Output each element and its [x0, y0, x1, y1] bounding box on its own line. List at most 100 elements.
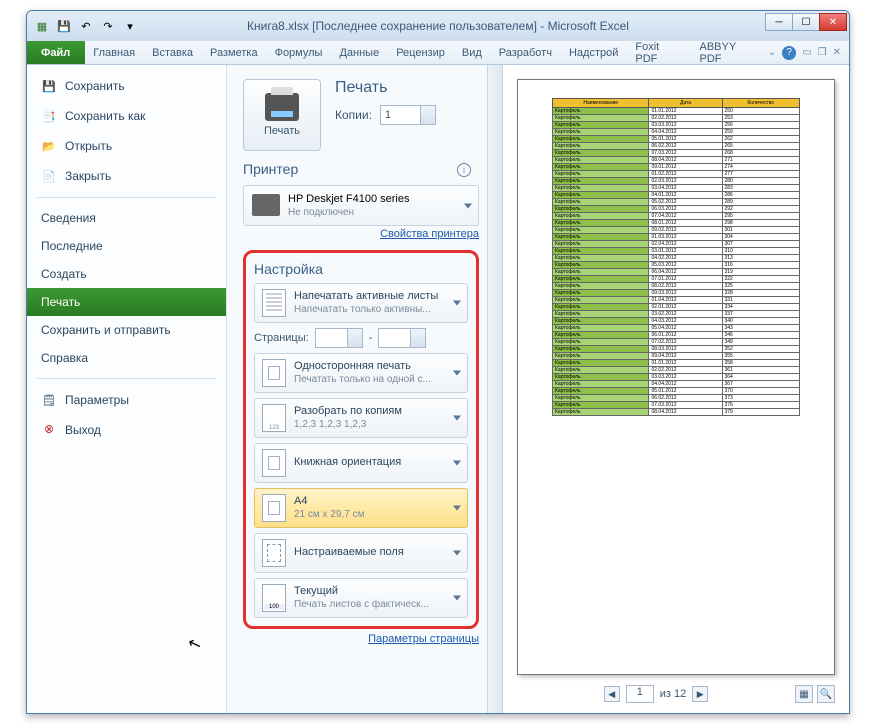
tab-insert[interactable]: Вставка [144, 41, 202, 64]
sidebar-item-new[interactable]: Создать [27, 260, 226, 288]
settings-scrollbar[interactable] [487, 65, 503, 713]
redo-icon[interactable]: ↷ [99, 17, 117, 35]
window-controls: ─ ☐ ✕ [766, 13, 847, 31]
sidebar-label-recent: Последние [41, 239, 103, 253]
chevron-down-icon [453, 371, 461, 376]
qat-dropdown-icon[interactable]: ▾ [121, 17, 139, 35]
tab-abbyy[interactable]: ABBYY PDF [692, 41, 768, 64]
tab-layout[interactable]: Разметка [202, 41, 267, 64]
chevron-down-icon [453, 596, 461, 601]
ribbon-customize-icon[interactable]: ⌄ [768, 47, 776, 58]
print-section-title: Печать [335, 79, 479, 97]
sidebar-item-options[interactable]: 🗒Параметры [27, 385, 226, 415]
page-setup-link[interactable]: Параметры страницы [243, 633, 479, 645]
tab-review[interactable]: Рецензир [388, 41, 454, 64]
pages-from-spinner[interactable] [315, 328, 363, 348]
ribbon-tabs: Файл Главная Вставка Разметка Формулы Да… [27, 41, 849, 65]
tab-addins[interactable]: Надстрой [561, 41, 627, 64]
sidebar-item-saveas[interactable]: 📑Сохранить как [27, 101, 226, 131]
sidebar-item-exit[interactable]: ⮿ Выход [27, 415, 226, 445]
chevron-down-icon [453, 301, 461, 306]
sidebar-item-recent[interactable]: Последние [27, 232, 226, 260]
scale-icon [262, 584, 286, 612]
print-what-label: Напечатать активные листы [294, 290, 438, 304]
printer-selector[interactable]: HP Deskjet F4100 series Не подключен [243, 185, 479, 226]
help-icon[interactable]: ? [782, 46, 796, 60]
collate-label: Разобрать по копиям [294, 405, 402, 419]
zoom-page-button[interactable]: 🔍 [817, 685, 835, 703]
sidebar-label-open: Открыть [65, 139, 112, 153]
settings-highlight-box: Настройка Напечатать активные листыНапеч… [243, 250, 479, 629]
excel-icon: ▦ [33, 17, 51, 35]
print-preview-page: Наименование Дата Количество Картофель01… [517, 79, 835, 675]
margins-selector[interactable]: Настраиваемые поля [254, 533, 468, 573]
page-total-label: из 12 [660, 688, 686, 700]
print-preview-column: Наименование Дата Количество Картофель01… [503, 65, 849, 713]
sidebar-label-saveas: Сохранить как [65, 109, 145, 123]
sidebar-label-close: Закрыть [65, 169, 111, 183]
printer-section-title: Принтер [243, 161, 479, 177]
doc-close-icon[interactable]: ✕ [833, 47, 841, 58]
printer-status: Не подключен [288, 206, 409, 219]
tab-formulas[interactable]: Формулы [267, 41, 332, 64]
sidebar-item-save[interactable]: 💾Сохранить [27, 71, 226, 101]
doc-restore-icon[interactable]: ❐ [818, 47, 827, 58]
tab-home[interactable]: Главная [85, 41, 144, 64]
chevron-down-icon [453, 551, 461, 556]
chevron-down-icon [453, 416, 461, 421]
page-number-input[interactable]: 1 [626, 685, 654, 703]
tab-file[interactable]: Файл [27, 41, 85, 64]
sidebar-label-help: Справка [41, 351, 88, 365]
minimize-button[interactable]: ─ [765, 13, 793, 31]
paper-icon [262, 494, 286, 522]
sidebar-separator [37, 197, 216, 198]
paper-size-label: A4 [294, 495, 364, 509]
sidebar-label-new: Создать [41, 267, 87, 281]
print-what-sub: Напечатать только активны... [294, 304, 438, 317]
exit-icon: ⮿ [41, 422, 57, 438]
printer-properties-link[interactable]: Свойства принтера [243, 228, 479, 240]
sidebar-item-help[interactable]: Справка [27, 344, 226, 372]
tab-foxit[interactable]: Foxit PDF [627, 41, 691, 64]
sidebar-item-print[interactable]: Печать [27, 288, 226, 316]
sides-selector[interactable]: Односторонняя печатьПечатать только на о… [254, 353, 468, 393]
sidebar-item-info[interactable]: Сведения [27, 204, 226, 232]
prev-page-button[interactable]: ◀ [604, 686, 620, 702]
sidebar-label-exit: Выход [65, 423, 101, 437]
backstage-sidebar: 💾Сохранить 📑Сохранить как 📂Открыть 📄 Закр… [27, 65, 227, 713]
window-title: Книга8.xlsx [Последнее сохранение пользо… [247, 19, 629, 33]
orientation-selector[interactable]: Книжная ориентация [254, 443, 468, 483]
sidebar-item-close[interactable]: 📄 Закрыть [27, 161, 226, 191]
save-icon[interactable]: 💾 [55, 17, 73, 35]
tab-view[interactable]: Вид [454, 41, 491, 64]
scaling-selector[interactable]: ТекущийПечать листов с фактическ... [254, 578, 468, 618]
printer-icon [265, 93, 299, 121]
pages-separator: - [369, 332, 373, 344]
tab-data[interactable]: Данные [331, 41, 388, 64]
show-margins-button[interactable]: ▦ [795, 685, 813, 703]
copies-spinner[interactable]: 1 [380, 105, 436, 125]
paper-size-sub: 21 см x 29,7 см [294, 509, 364, 522]
scaling-sub: Печать листов с фактическ... [294, 599, 429, 612]
sidebar-label-info: Сведения [41, 211, 96, 225]
sidebar-item-open[interactable]: 📂Открыть [27, 131, 226, 161]
print-button[interactable]: Печать [243, 79, 321, 151]
tab-developer[interactable]: Разработч [491, 41, 561, 64]
chevron-down-icon [453, 506, 461, 511]
pages-to-spinner[interactable] [378, 328, 426, 348]
next-page-button[interactable]: ▶ [692, 686, 708, 702]
options-icon: 🗒 [41, 392, 57, 408]
close-button[interactable]: ✕ [819, 13, 847, 31]
undo-icon[interactable]: ↶ [77, 17, 95, 35]
maximize-button[interactable]: ☐ [792, 13, 820, 31]
print-what-selector[interactable]: Напечатать активные листыНапечатать толь… [254, 283, 468, 323]
paper-size-selector[interactable]: A421 см x 29,7 см [254, 488, 468, 528]
preview-header: Наименование [553, 99, 649, 108]
page-icon [262, 359, 286, 387]
collate-selector[interactable]: Разобрать по копиям1,2,3 1,2,3 1,2,3 [254, 398, 468, 438]
info-icon[interactable]: i [457, 163, 471, 177]
sidebar-item-share[interactable]: Сохранить и отправить [27, 316, 226, 344]
ribbon-minimize-icon[interactable]: ▭ [802, 47, 811, 58]
close-doc-icon: 📄 [41, 168, 57, 184]
save-icon: 💾 [41, 78, 57, 94]
